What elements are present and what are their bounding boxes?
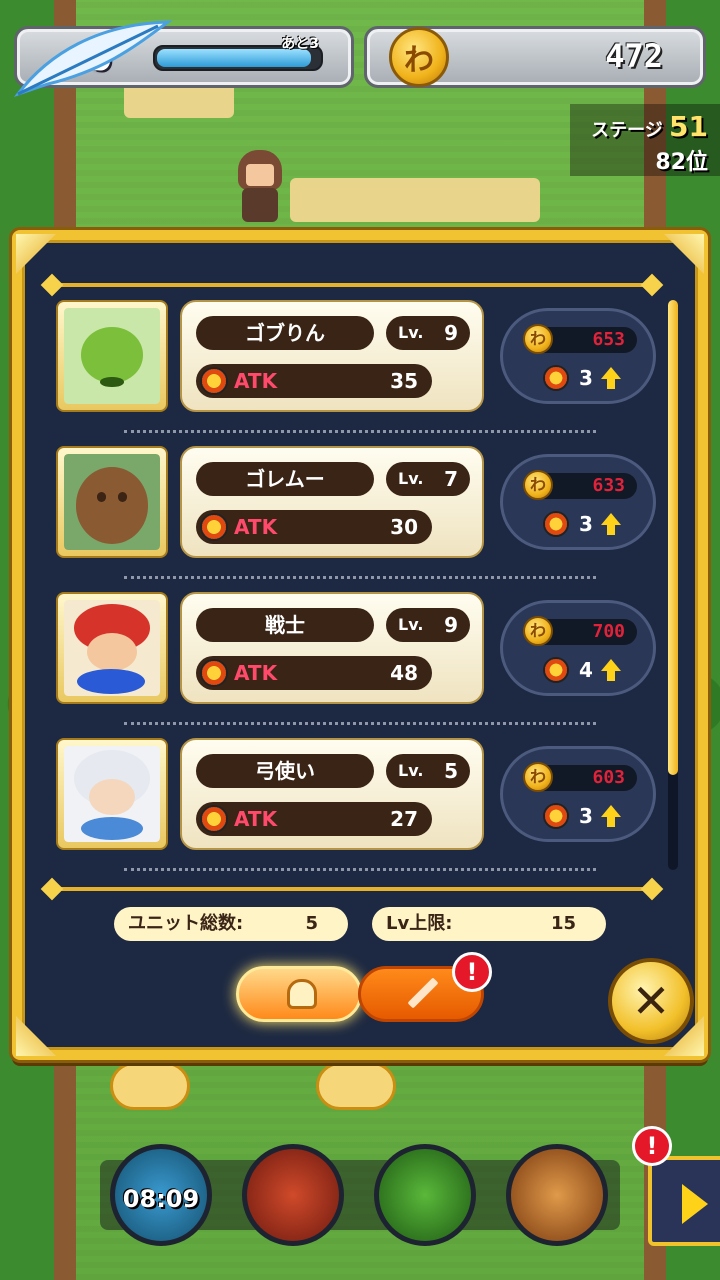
level-cap-label: Lv上限: bbox=[386, 913, 453, 934]
hero-character bbox=[232, 150, 288, 226]
coin-counter: わ 472 bbox=[364, 26, 706, 88]
row-separator bbox=[124, 430, 596, 433]
attack-icon bbox=[543, 803, 569, 829]
bomb-skill-button[interactable] bbox=[242, 1144, 344, 1246]
coin-skill-button[interactable] bbox=[506, 1144, 608, 1246]
rank-label: 82位 bbox=[655, 150, 708, 175]
unit-row[interactable]: ゴブりん Lv. 9 ATK 35 わ 653 3 bbox=[56, 300, 660, 412]
unit-info-card: ゴブりん Lv. 9 ATK 35 bbox=[180, 300, 484, 412]
unit-info-card: 弓使い Lv. 5 ATK 27 bbox=[180, 738, 484, 850]
unit-total-value: 5 bbox=[305, 913, 318, 934]
stage-label: ステージ 51 bbox=[591, 110, 708, 143]
unit-info-card: ゴレムー Lv. 7 ATK 30 bbox=[180, 446, 484, 558]
unit-list-scrollbar[interactable] bbox=[668, 300, 678, 870]
clock-skill-button[interactable]: 08:09 bbox=[110, 1144, 212, 1246]
upgrade-button[interactable]: わ 633 3 bbox=[500, 454, 656, 550]
unit-portrait[interactable] bbox=[56, 446, 168, 558]
coin-icon: わ bbox=[523, 762, 553, 792]
upgrade-cost: わ 633 bbox=[523, 470, 637, 500]
sand-patch bbox=[290, 178, 540, 222]
row-separator bbox=[124, 576, 596, 579]
play-arrow-icon bbox=[682, 1184, 708, 1224]
arrow-up-icon bbox=[601, 513, 621, 535]
tab-units[interactable] bbox=[236, 966, 362, 1022]
horn-skill-button[interactable] bbox=[374, 1144, 476, 1246]
attack-icon bbox=[543, 365, 569, 391]
unit-info-card: 戦士 Lv. 9 ATK 48 bbox=[180, 592, 484, 704]
arrow-up-icon bbox=[601, 367, 621, 389]
unit-level: Lv. 7 bbox=[386, 462, 470, 496]
divider-bottom bbox=[52, 887, 652, 891]
upgrade-button[interactable]: わ 603 3 bbox=[500, 746, 656, 842]
unit-total-label: ユニット総数: bbox=[128, 913, 244, 934]
arrow-up-icon bbox=[601, 805, 621, 827]
unit-attack: ATK 27 bbox=[196, 802, 432, 836]
attack-icon bbox=[200, 659, 228, 687]
scrollbar-thumb[interactable] bbox=[668, 300, 678, 775]
unit-portrait[interactable] bbox=[56, 300, 168, 412]
attack-icon bbox=[200, 367, 228, 395]
exp-remaining: あと3 bbox=[281, 36, 319, 52]
archer-portrait-image bbox=[64, 746, 160, 842]
golem-portrait-image bbox=[64, 454, 160, 550]
level-cap-stat: Lv上限: 15 bbox=[372, 907, 606, 941]
upgrade-button[interactable]: わ 653 3 bbox=[500, 308, 656, 404]
helmet-icon bbox=[287, 979, 317, 1009]
coin-icon: わ bbox=[523, 470, 553, 500]
divider-top bbox=[52, 283, 652, 287]
weapon-alert-badge: ! bbox=[452, 952, 492, 992]
coin-amount: 472 bbox=[605, 37, 663, 75]
unit-name: ゴレムー bbox=[196, 462, 374, 496]
coin-icon: わ bbox=[389, 27, 449, 87]
upgrade-cost: わ 653 bbox=[523, 324, 637, 354]
row-separator bbox=[124, 722, 596, 725]
summon-pad bbox=[316, 1062, 396, 1110]
attack-icon bbox=[543, 511, 569, 537]
attack-icon bbox=[200, 513, 228, 541]
unit-level: Lv. 9 bbox=[386, 316, 470, 350]
unit-level: Lv. 5 bbox=[386, 754, 470, 788]
sword-icon bbox=[407, 977, 439, 1009]
next-alert-badge: ! bbox=[632, 1126, 672, 1166]
close-button[interactable]: ✕ bbox=[608, 958, 694, 1044]
arrow-up-icon bbox=[601, 659, 621, 681]
level-cap-value: 15 bbox=[550, 913, 576, 934]
unit-attack: ATK 35 bbox=[196, 364, 432, 398]
stage-number: 51 bbox=[669, 110, 708, 143]
upgrade-cost: わ 603 bbox=[523, 762, 637, 792]
unit-attack: ATK 30 bbox=[196, 510, 432, 544]
upgrade-cost: わ 700 bbox=[523, 616, 637, 646]
upgrade-button[interactable]: わ 700 4 bbox=[500, 600, 656, 696]
unit-name: ゴブりん bbox=[196, 316, 374, 350]
unit-portrait[interactable] bbox=[56, 592, 168, 704]
unit-total-stat: ユニット総数: 5 bbox=[114, 907, 348, 941]
coin-icon: わ bbox=[523, 616, 553, 646]
attack-icon bbox=[200, 805, 228, 833]
feather-icon bbox=[13, 20, 173, 97]
summon-pad bbox=[110, 1062, 190, 1110]
unit-name: 弓使い bbox=[196, 754, 374, 788]
attack-icon bbox=[543, 657, 569, 683]
unit-row[interactable]: 戦士 Lv. 9 ATK 48 わ 700 4 bbox=[56, 592, 660, 704]
warrior-portrait-image bbox=[64, 600, 160, 696]
stage-info: ステージ 51 82位 bbox=[570, 104, 720, 176]
row-separator bbox=[124, 868, 596, 871]
unit-name: 戦士 bbox=[196, 608, 374, 642]
skill-timer: 08:09 bbox=[122, 1185, 200, 1213]
unit-attack: ATK 48 bbox=[196, 656, 432, 690]
unit-level: Lv. 9 bbox=[386, 608, 470, 642]
unit-portrait[interactable] bbox=[56, 738, 168, 850]
coin-icon: わ bbox=[523, 324, 553, 354]
unit-row[interactable]: 弓使い Lv. 5 ATK 27 わ 603 3 bbox=[56, 738, 660, 850]
next-page-button[interactable] bbox=[648, 1156, 720, 1246]
goblin-portrait-image bbox=[64, 308, 160, 404]
unit-row[interactable]: ゴレムー Lv. 7 ATK 30 わ 633 3 bbox=[56, 446, 660, 558]
